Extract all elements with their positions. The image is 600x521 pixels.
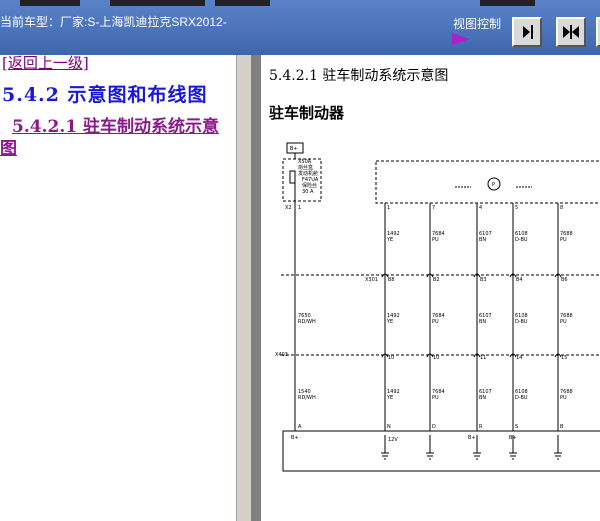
ground-icon — [554, 435, 562, 460]
wire-label: PU — [560, 395, 567, 401]
pin-label: 5 — [515, 205, 518, 211]
pin-label: 11 — [480, 355, 486, 361]
wire-label: RD/WH — [298, 395, 316, 401]
wire-label: PU — [432, 319, 439, 325]
connector-x403: X403 — [275, 352, 288, 358]
window-strip — [480, 0, 535, 6]
fuse-text: 30 A — [302, 189, 314, 195]
fuse-text: 熔丝盒 — [298, 164, 313, 171]
fuse-symbol — [289, 170, 296, 184]
pin-label: 1 — [298, 205, 301, 211]
pin-label: 1 — [387, 205, 390, 211]
wire-label: YE — [386, 237, 393, 243]
wire-label: BN — [479, 319, 486, 325]
pin-label: 10 — [433, 355, 439, 361]
wire-label: YE — [386, 319, 393, 325]
content-subtitle: 驻车制动器 — [269, 104, 345, 122]
pin-label: 7 — [432, 205, 435, 211]
pin-label: N — [387, 424, 391, 430]
pin-label: B3 — [480, 277, 487, 283]
pin-label: B — [560, 424, 564, 430]
play-icon[interactable] — [452, 33, 470, 45]
connector-label: X2 — [285, 205, 292, 211]
next-page-icon — [523, 25, 533, 39]
wire-label: D-BU — [515, 319, 528, 325]
wire-label: BN — [479, 395, 486, 401]
pin-label: B2 — [433, 277, 440, 283]
electronic-brake-module — [282, 430, 600, 472]
wire-label: D-BU — [515, 237, 528, 243]
subsection-link[interactable]: 5.4.2.1 驻车制动系统示意图 — [0, 116, 230, 160]
pane-splitter-shadow — [251, 55, 261, 521]
pin-label: 8 — [560, 205, 563, 211]
pin-label: B4 — [516, 277, 523, 283]
section-heading: 5.4.2 示意图和布线图 — [2, 84, 208, 106]
view-control-label: 视图控制 — [453, 17, 502, 31]
pin-label: R — [479, 424, 483, 430]
connector-x301: X301 — [365, 277, 378, 283]
content-pane: 5.4.2.1 驻车制动系统示意图 驻车制动器 B+ X50A 熔丝盒 发动机舱… — [261, 55, 600, 521]
wire-label: PU — [560, 237, 567, 243]
pin-label: 4 — [479, 205, 482, 211]
power-label: B+ — [290, 146, 298, 152]
vehicle-model-label: 当前车型：厂家:S-上海凯迪拉克SRX2012- — [0, 15, 227, 29]
wiring-diagram: B+ X50A 熔丝盒 发动机舱 F47UA 保险丝 30 A X2 1 765… — [275, 142, 600, 472]
window-strip — [20, 0, 80, 6]
back-link[interactable]: [返回上一级] — [2, 52, 89, 73]
module-label: 12V — [388, 437, 398, 443]
wire-label: D-BU — [515, 395, 528, 401]
next-page-button[interactable] — [512, 17, 542, 47]
module-label: B+ — [468, 435, 476, 441]
pin-label: B6 — [561, 277, 568, 283]
split-view-button[interactable] — [556, 17, 586, 47]
window-strip — [215, 0, 270, 6]
wire-label: PU — [432, 237, 439, 243]
ground-icon — [426, 435, 434, 460]
pin-label: B8 — [388, 277, 395, 283]
wire-label: PU — [432, 395, 439, 401]
pin-label: A — [298, 424, 302, 430]
title-bar: 当前车型：厂家:S-上海凯迪拉克SRX2012- 视图控制 — [0, 0, 600, 56]
wire-label: YE — [386, 395, 393, 401]
window-strip — [110, 0, 205, 6]
wire-label: BN — [479, 237, 486, 243]
module-label: B+ — [291, 435, 299, 441]
wire-label: PU — [560, 319, 567, 325]
svg-text:P: P — [492, 182, 495, 188]
pin-label: D — [432, 424, 436, 430]
wire-label: RD/WH — [298, 319, 316, 325]
pin-label: S — [515, 424, 518, 430]
pin-label: 15 — [561, 355, 567, 361]
fuse-text: 发动机舱 — [298, 170, 318, 177]
more-button[interactable] — [596, 17, 600, 47]
fuse-text: 保险丝 — [302, 182, 317, 189]
split-view-icon — [563, 25, 579, 39]
pin-label: 10 — [388, 355, 394, 361]
pin-label: 14 — [516, 355, 522, 361]
content-section-title: 5.4.2.1 驻车制动系统示意图 — [269, 68, 449, 84]
